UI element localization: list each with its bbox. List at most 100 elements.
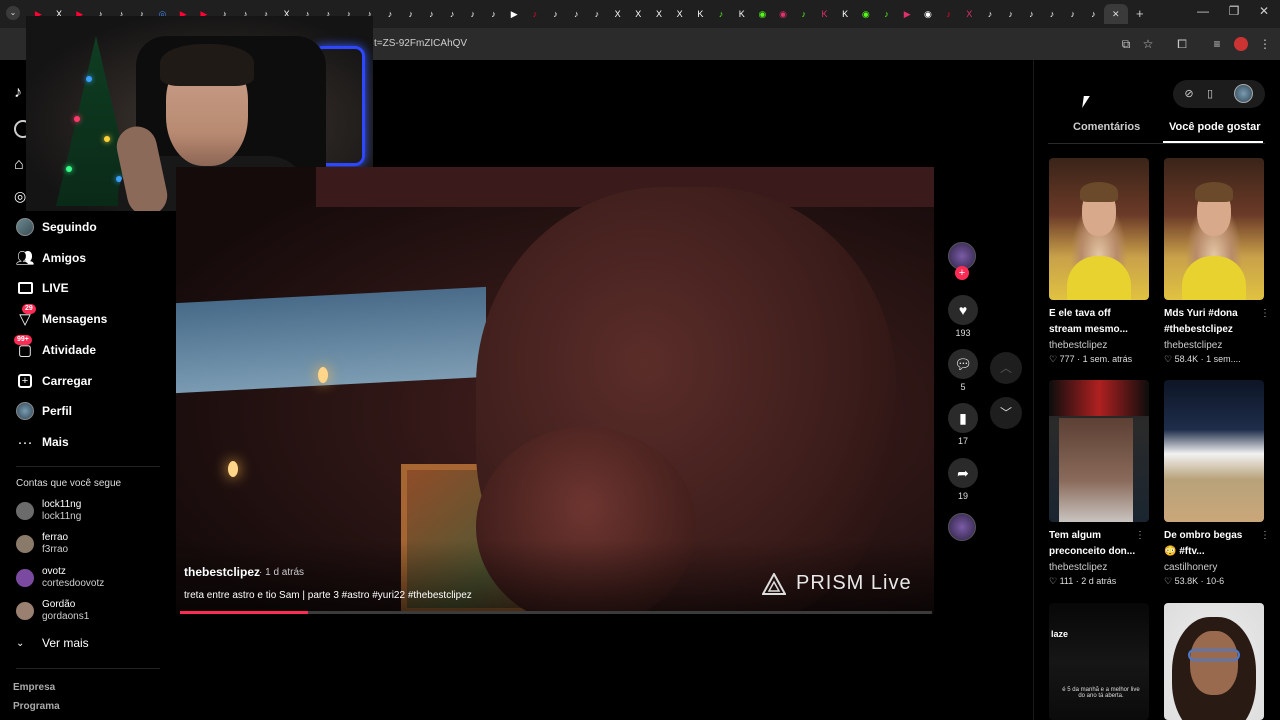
browser-tab[interactable]: ◉ [856,4,877,24]
browser-menu-icon[interactable]: ⋮ [1257,36,1273,52]
sidebar-item-mais[interactable]: ··· Mais [16,431,69,453]
sidebar-item-carregar[interactable]: + Carregar [16,370,92,392]
browser-tab[interactable]: ♪ [980,4,1001,24]
video-progress-bar[interactable] [180,611,932,614]
video-thumbnail[interactable] [1164,158,1264,300]
recommended-video-card[interactable]: laze é 5 da manhã e a melhor live do ano… [1049,603,1149,720]
following-account[interactable]: lock11ng lock11ng [16,499,81,523]
card-more-icon[interactable]: ⋮ [1260,308,1270,319]
browser-tab[interactable]: ♪ [1000,4,1021,24]
video-thumbnail[interactable] [1049,158,1149,300]
install-app-icon[interactable]: ⧉ [1118,36,1134,52]
recommended-video-card[interactable]: ⋮ Mds Yuri #dona #thebestclipez thebestc… [1164,158,1270,365]
browser-tab[interactable]: ◉ [773,4,794,24]
browser-tab[interactable]: ♪ [587,4,608,24]
browser-tab[interactable]: ♪ [711,4,732,24]
sidebar-item-atividade[interactable]: ▢ 99+ Atividade [14,335,96,361]
browser-tab[interactable]: ♪ [400,4,421,24]
next-video-button[interactable]: ﹀ [990,397,1022,429]
recommended-video-card[interactable]: ⋮ Tem algum preconceito don... thebestcl… [1049,380,1149,587]
card-author[interactable]: castilhonery [1164,562,1264,573]
browser-tab[interactable]: ♪ [442,4,463,24]
browser-tab[interactable]: X [649,4,670,24]
url-field[interactable]: t=ZS-92FmZICAhQV [374,38,467,49]
following-account[interactable]: ovotz cortesdoovotz [16,566,104,590]
explore-icon[interactable]: ◎ [14,188,26,205]
compass-icon[interactable]: ⊘ [1182,87,1196,101]
bookmark-star-icon[interactable]: ☆ [1140,36,1156,52]
card-more-icon[interactable]: ⋮ [1135,530,1145,541]
browser-tab[interactable]: ♪ [1042,4,1063,24]
recommended-video-card[interactable] [1164,603,1264,720]
close-window-button[interactable]: ✕ [1254,4,1274,18]
comment-button[interactable]: 💬︎ 5 [948,349,978,392]
profile-avatar-icon[interactable] [1233,36,1249,52]
browser-tab[interactable]: ♪ [566,4,587,24]
browser-tab[interactable]: ♪ [876,4,897,24]
browser-tab[interactable]: ♪ [1083,4,1104,24]
recommended-video-card[interactable]: E ele tava off stream mesmo... thebestcl… [1049,158,1149,365]
footer-link-empresa[interactable]: Empresa [13,682,55,693]
recommended-video-card[interactable]: ⋮ De ombro begas 😳 #ftv... castilhonery … [1164,380,1270,587]
restore-button[interactable]: ❐ [1224,4,1244,18]
browser-tab[interactable]: ♪ [421,4,442,24]
save-button[interactable]: ▮ 17 [948,403,978,446]
browser-tab[interactable]: ♪ [483,4,504,24]
music-disc-icon[interactable] [948,513,976,541]
sidebar-item-mensagens[interactable]: ▽ 29 Mensagens [16,304,107,330]
browser-tab[interactable]: K [690,4,711,24]
sidebar-item-amigos[interactable]: 👥︎ Amigos [15,247,86,269]
like-button[interactable]: ♥ 193 [948,295,978,338]
extensions-icon[interactable]: ⧠ [1174,36,1190,52]
previous-video-button[interactable]: ︿ [990,352,1022,384]
browser-tab[interactable]: ♪ [1021,4,1042,24]
browser-tab[interactable]: X [607,4,628,24]
home-icon[interactable]: ⌂ [14,156,24,174]
browser-tab[interactable]: ♪ [525,4,546,24]
tab-you-may-like[interactable]: Você pode gostar [1169,121,1260,133]
footer-link-programa[interactable]: Programa [13,701,60,712]
video-thumbnail[interactable] [1164,380,1264,522]
browser-tab[interactable]: ♪ [380,4,401,24]
browser-tab[interactable]: ▶ [504,4,525,24]
phone-icon[interactable]: ▯ [1203,87,1217,101]
video-thumbnail[interactable] [1164,603,1264,720]
browser-tab[interactable]: K [814,4,835,24]
video-thumbnail[interactable] [1049,380,1149,522]
share-button[interactable]: ➦ 19 [948,458,978,501]
browser-tab[interactable]: X [628,4,649,24]
see-more-button[interactable]: ⌄ Ver mais [16,636,89,650]
follow-plus-icon[interactable]: + [955,266,969,280]
new-tab-button[interactable]: + [1136,6,1144,21]
video-author[interactable]: thebestclipez [184,565,260,579]
user-avatar[interactable] [1234,84,1253,103]
heart-icon: ♥ [948,295,978,325]
sidebar-item-live[interactable]: LIVE [16,277,69,299]
tab-search-icon[interactable]: ⌄ [6,6,20,20]
card-author[interactable]: thebestclipez [1049,340,1149,351]
reading-list-icon[interactable]: ≡ [1209,36,1225,52]
browser-tab[interactable]: ♪ [462,4,483,24]
sidebar-item-perfil[interactable]: Perfil [16,400,72,422]
browser-tab[interactable]: ♪ [1062,4,1083,24]
tab-comments[interactable]: Comentários [1073,121,1140,133]
browser-tab[interactable]: ◉ [918,4,939,24]
browser-tab[interactable]: X [959,4,980,24]
browser-tab[interactable]: ▶ [897,4,918,24]
following-account[interactable]: Gordão gordaons1 [16,599,89,623]
card-author[interactable]: thebestclipez [1164,340,1264,351]
browser-tab[interactable]: ♪ [545,4,566,24]
card-author[interactable]: thebestclipez [1049,562,1149,573]
browser-tab[interactable]: K [731,4,752,24]
minimize-button[interactable]: — [1193,4,1213,18]
sidebar-item-seguindo[interactable]: Seguindo [16,216,97,238]
video-thumbnail[interactable]: laze é 5 da manhã e a melhor live do ano… [1049,603,1149,720]
browser-tab[interactable]: ♪ [938,4,959,24]
browser-tab[interactable]: K [835,4,856,24]
browser-tab[interactable]: ♪ [793,4,814,24]
card-more-icon[interactable]: ⋮ [1260,530,1270,541]
browser-tab-active[interactable]: ✕ [1103,4,1128,24]
browser-tab[interactable]: ◉ [752,4,773,24]
browser-tab[interactable]: X [669,4,690,24]
following-account[interactable]: ferrao f3rrao [16,532,68,556]
